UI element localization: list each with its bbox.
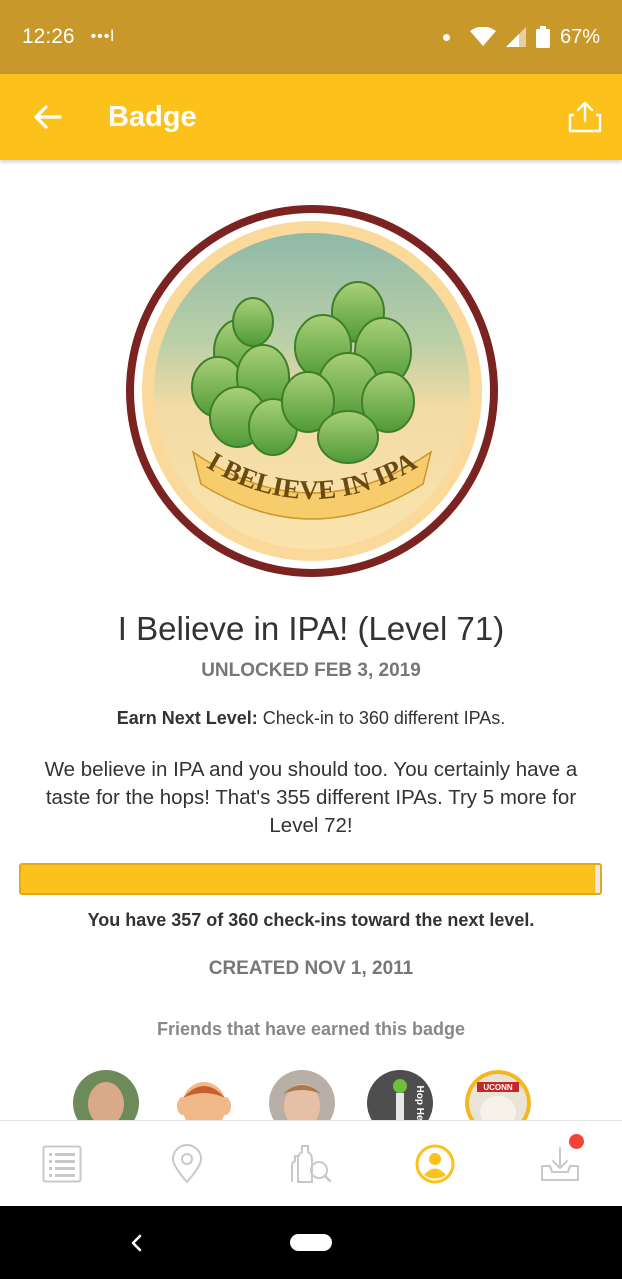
status-bar: 12:26 •••l 67%: [0, 0, 622, 74]
share-button[interactable]: [548, 74, 622, 160]
friend-avatar-2[interactable]: [171, 1070, 237, 1120]
back-button[interactable]: [0, 74, 96, 160]
friend-avatar-1[interactable]: [73, 1070, 139, 1120]
friends-heading: Friends that have earned this badge: [156, 1019, 466, 1039]
wifi-icon: [469, 27, 496, 46]
nav-feed[interactable]: [22, 1121, 102, 1207]
system-back-icon[interactable]: [124, 1228, 148, 1258]
level-progress-fill: [21, 865, 596, 893]
friend-avatar-3[interactable]: [269, 1070, 335, 1120]
system-navigation-bar: [0, 1206, 622, 1279]
system-home-pill[interactable]: [290, 1234, 332, 1251]
bottom-nav: [0, 1120, 622, 1206]
profile-icon: [415, 1144, 455, 1183]
earn-next-level-label: Earn Next Level:: [116, 708, 258, 728]
nav-downloads[interactable]: [520, 1121, 600, 1207]
badge-description: We believe in IPA and you should too. Yo…: [44, 758, 578, 837]
cell-signal-icon: [505, 27, 526, 47]
created-date: CREATED NOV 1, 2011: [208, 958, 414, 979]
location-icon: [171, 1143, 202, 1184]
battery-percent: 67%: [559, 25, 600, 48]
battery-icon: [535, 26, 550, 48]
friend-avatar-4[interactable]: Hop He: [367, 1070, 433, 1120]
feed-icon: [42, 1145, 82, 1182]
earn-next-level: Earn Next Level: Check-in to 360 differe…: [0, 708, 622, 729]
badge-detail: I BELIEVE IN IPA I Believe in IPA! (Leve…: [0, 160, 622, 1120]
nav-location[interactable]: [147, 1121, 227, 1207]
recommendations-icon: [290, 1144, 332, 1183]
level-progress-bar: [19, 863, 602, 895]
nav-recommendations[interactable]: [271, 1121, 351, 1207]
notification-dot-icon: [442, 33, 450, 41]
status-time: 12:26: [22, 25, 75, 48]
signal-dots-icon: •••l: [90, 28, 115, 45]
notification-badge-icon: [568, 1133, 584, 1149]
friend-avatar-5-text: UCONN: [483, 1083, 513, 1092]
nav-profile[interactable]: [395, 1121, 475, 1207]
download-icon: [540, 1146, 579, 1181]
page-title: Badge: [108, 100, 197, 133]
share-icon: [568, 101, 602, 133]
progress-text: You have 357 of 360 check-ins toward the…: [87, 910, 535, 930]
friend-avatar-4-text: Hop He: [414, 1086, 425, 1121]
badge-title: I Believe in IPA! (Level 71): [117, 610, 505, 647]
arrow-left-icon: [34, 105, 62, 129]
friend-avatar-5[interactable]: UCONN: [465, 1070, 531, 1120]
unlocked-date: UNLOCKED FEB 3, 2019: [201, 660, 421, 681]
earn-next-level-text: Check-in to 360 different IPAs.: [257, 708, 506, 728]
badge-image: I BELIEVE IN IPA: [123, 202, 501, 580]
friends-avatar-list: Hop He UCONN: [0, 1070, 622, 1120]
app-bar: Badge: [0, 74, 622, 160]
